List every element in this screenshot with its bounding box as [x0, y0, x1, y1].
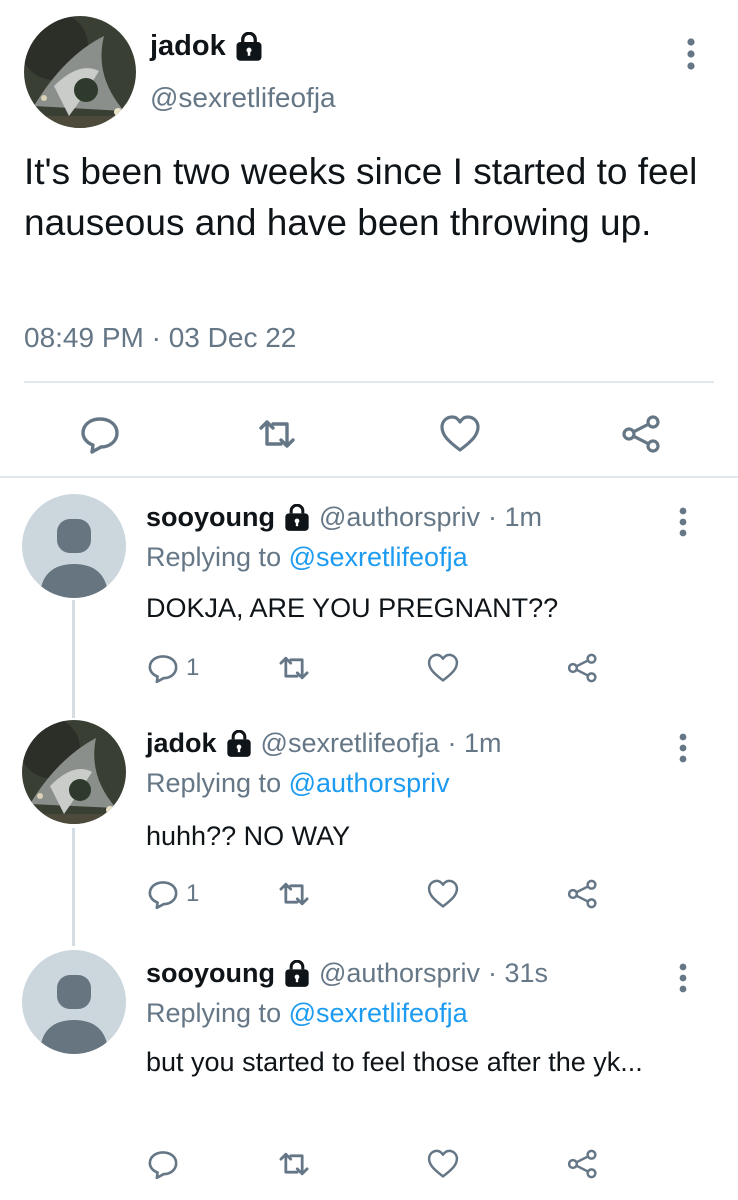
share-icon[interactable] [566, 650, 600, 686]
author-handle[interactable]: @sexretlifeofja [150, 82, 336, 114]
reply-icon[interactable] [146, 1146, 186, 1182]
default-avatar[interactable] [22, 494, 126, 598]
author-name[interactable]: jadok [150, 30, 226, 63]
reply-author-handle[interactable]: @authorspriv [319, 958, 480, 989]
avatar-artwork-image [22, 720, 126, 824]
reply-actions [146, 1146, 616, 1186]
reply-time[interactable]: · 1m [448, 728, 502, 759]
share-icon[interactable] [620, 414, 664, 454]
more-icon[interactable] [676, 34, 706, 74]
share-icon[interactable] [566, 876, 600, 912]
divider [24, 381, 714, 383]
retweet-icon[interactable] [276, 650, 312, 686]
reply-time[interactable]: · 1m [488, 502, 542, 533]
replying-to: Replying to @authorspriv [146, 768, 450, 799]
retweet-icon[interactable] [276, 1146, 312, 1182]
replying-to-label: Replying to [146, 768, 282, 798]
share-icon[interactable] [566, 1146, 600, 1182]
author-avatar[interactable] [24, 16, 136, 128]
reply-author-name[interactable]: jadok [146, 728, 217, 759]
like-icon[interactable] [426, 650, 460, 686]
reply-time[interactable]: · 31s [488, 958, 548, 989]
like-icon[interactable] [426, 1146, 460, 1182]
reply-icon[interactable] [78, 414, 122, 454]
more-icon[interactable] [668, 502, 698, 542]
tweet-text: It's been two weeks since I started to f… [24, 151, 698, 243]
photo-avatar[interactable] [22, 720, 126, 824]
replying-to: Replying to @sexretlifeofja [146, 998, 468, 1029]
reply-header: sooyoung @authorspriv · 31s [146, 958, 548, 989]
reply-author-name[interactable]: sooyoung [146, 958, 275, 989]
more-icon[interactable] [668, 958, 698, 998]
reply-count: 1 [186, 880, 200, 907]
reply-header: sooyoung @authorspriv · 1m [146, 502, 542, 533]
tweet-actions [0, 408, 738, 458]
replying-to-handle[interactable]: @authorspriv [289, 768, 450, 798]
lock-icon [225, 729, 253, 758]
like-icon[interactable] [438, 414, 482, 454]
lock-icon [234, 31, 264, 62]
avatar-artwork-image [24, 16, 136, 128]
replying-to-handle[interactable]: @sexretlifeofja [289, 998, 468, 1028]
retweet-icon[interactable] [255, 414, 299, 454]
reply-header: jadok @sexretlifeofja · 1m [146, 728, 502, 759]
divider [0, 476, 738, 478]
replying-to: Replying to @sexretlifeofja [146, 542, 468, 573]
tweet-timestamp[interactable]: 08:49 PM · 03 Dec 22 [24, 322, 296, 354]
replying-to-label: Replying to [146, 542, 282, 572]
reply-text: but you started to feel those after the … [146, 1047, 643, 1077]
replying-to-label: Replying to [146, 998, 282, 1028]
author-name-row[interactable]: jadok [150, 30, 264, 63]
thread-line [72, 828, 75, 946]
replying-to-handle[interactable]: @sexretlifeofja [289, 542, 468, 572]
thread-line [72, 600, 75, 718]
reply-icon[interactable]: 1 [146, 650, 199, 686]
like-icon[interactable] [426, 876, 460, 912]
reply-author-handle[interactable]: @sexretlifeofja [261, 728, 440, 759]
reply-text: huhh?? NO WAY [146, 821, 351, 851]
reply-count: 1 [186, 654, 200, 681]
reply-icon[interactable]: 1 [146, 876, 199, 912]
more-icon[interactable] [668, 728, 698, 768]
default-avatar[interactable] [22, 950, 126, 1054]
reply-author-handle[interactable]: @authorspriv [319, 502, 480, 533]
reply-actions: 1 [146, 650, 616, 690]
lock-icon [283, 959, 311, 988]
lock-icon [283, 503, 311, 532]
reply-actions: 1 [146, 876, 616, 916]
reply-author-name[interactable]: sooyoung [146, 502, 275, 533]
retweet-icon[interactable] [276, 876, 312, 912]
reply-text: DOKJA, ARE YOU PREGNANT?? [146, 593, 559, 623]
